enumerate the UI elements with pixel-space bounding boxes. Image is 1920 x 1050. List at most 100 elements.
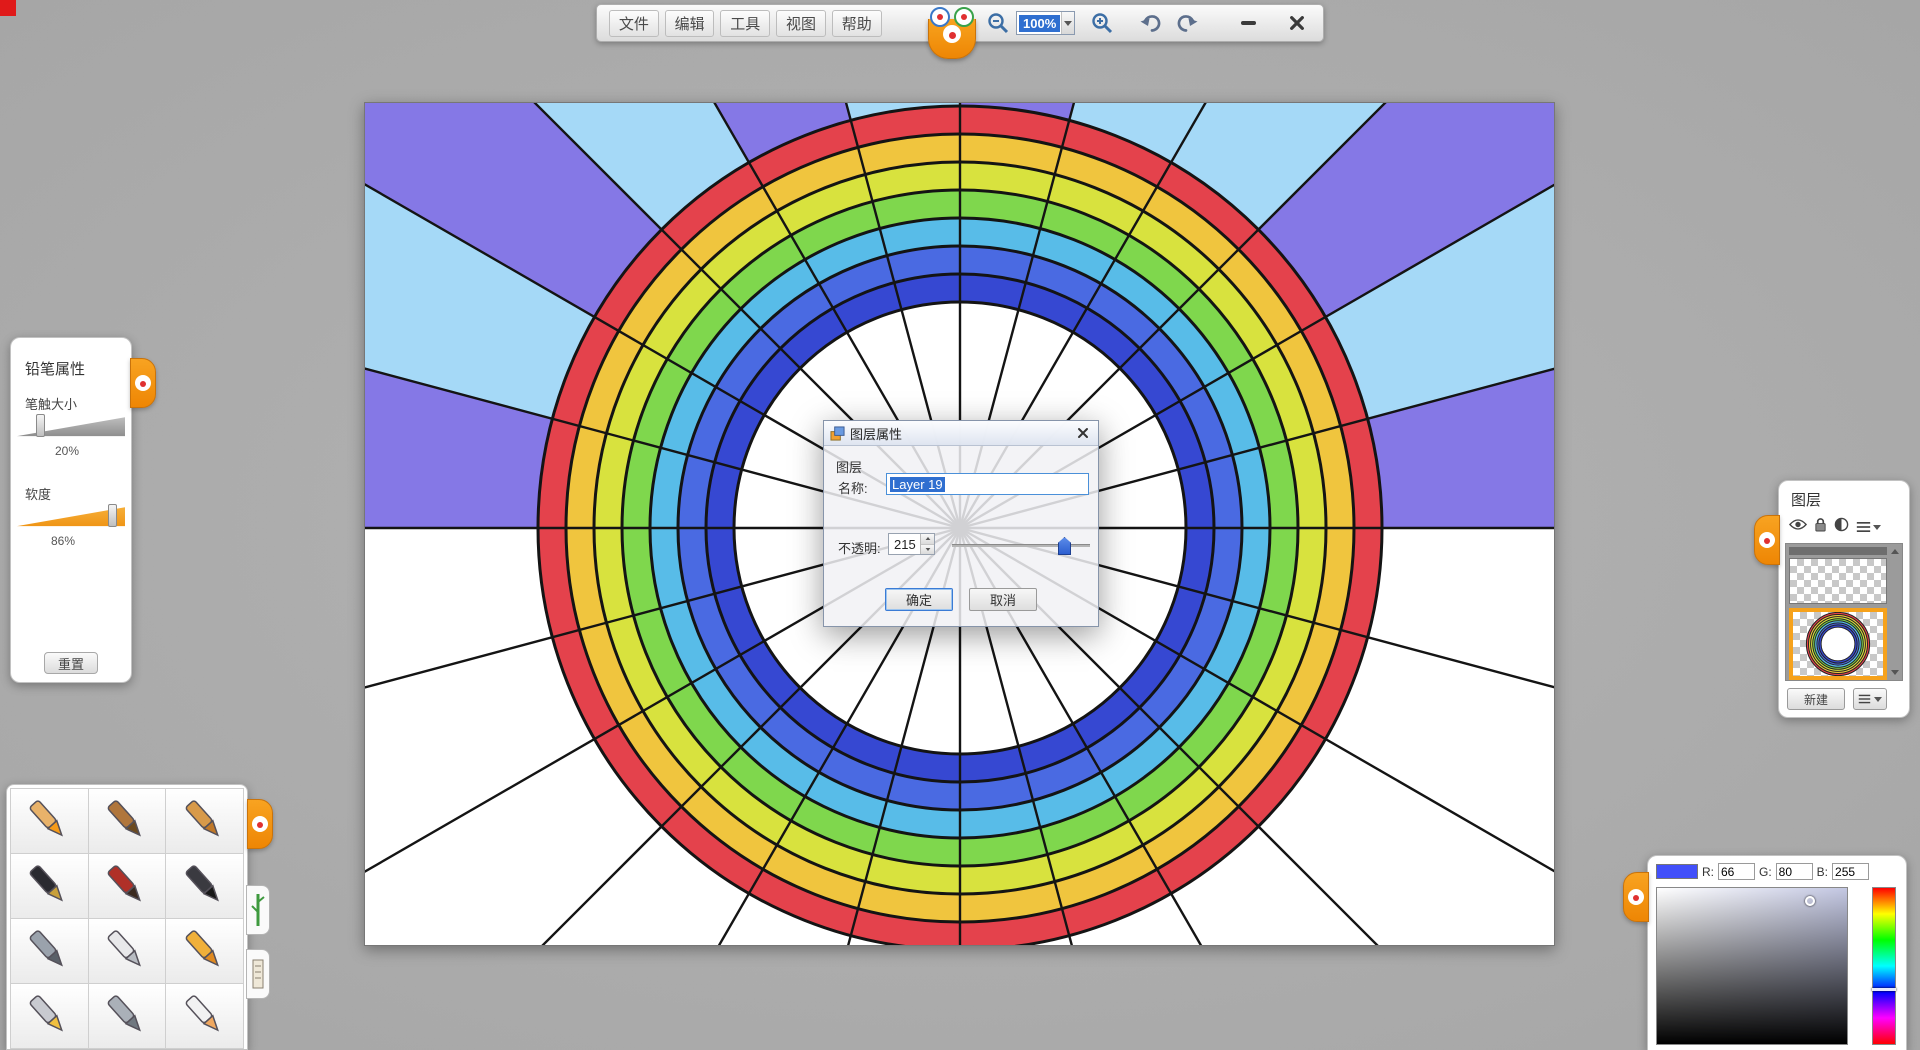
- menu-help[interactable]: 帮助: [832, 10, 882, 37]
- roller-icon: [177, 926, 233, 976]
- brush-size-value: 20%: [55, 444, 79, 458]
- opacity-slider[interactable]: [952, 544, 1090, 547]
- cancel-button[interactable]: 取消: [969, 588, 1037, 611]
- brush-size-label: 笔触大小: [25, 394, 77, 413]
- dialog-buttons: 确定 取消: [824, 588, 1098, 611]
- tool-grid: [10, 788, 244, 1049]
- brush-size-handle[interactable]: [36, 414, 45, 437]
- main-toolbar: 文件 编辑 工具 视图 帮助 100%: [596, 4, 1324, 42]
- tool-palette-handle[interactable]: [247, 799, 273, 849]
- menu-view[interactable]: 视图: [776, 10, 826, 37]
- brush-size-slider[interactable]: [17, 414, 125, 437]
- tool-pencil[interactable]: [11, 789, 88, 853]
- pencil-panel-title: 铅笔属性: [25, 358, 85, 379]
- close-button[interactable]: [1282, 10, 1311, 36]
- paper-tools-button[interactable]: [246, 949, 270, 999]
- scroll-down-icon: [1891, 670, 1899, 675]
- layers-menu-button[interactable]: [1853, 688, 1887, 710]
- zoom-in-button[interactable]: [1089, 10, 1114, 36]
- layer-scroll-down[interactable]: [1889, 667, 1900, 678]
- dialog-close-button[interactable]: [1074, 424, 1092, 442]
- saturation-value-box[interactable]: [1656, 887, 1848, 1045]
- hue-bar[interactable]: [1872, 887, 1896, 1045]
- menu-edit[interactable]: 编辑: [665, 10, 715, 37]
- layer-scroll-up[interactable]: [1889, 546, 1900, 557]
- zoom-level-combo[interactable]: 100%: [1016, 11, 1075, 35]
- dialog-titlebar[interactable]: 图层属性: [824, 421, 1098, 446]
- tool-eraser[interactable]: [166, 984, 243, 1048]
- hue-marker[interactable]: [1872, 988, 1896, 991]
- layer-thumbnail-empty[interactable]: [1789, 558, 1887, 604]
- spin-down-icon: [925, 548, 930, 551]
- softness-slider[interactable]: [17, 504, 125, 527]
- fountain-pen-icon: [21, 861, 77, 911]
- pencil-icon: [21, 796, 77, 846]
- chevron-down-icon: [1874, 697, 1882, 702]
- layers-panel: 图层: [1778, 480, 1910, 718]
- chevron-down-icon: [1064, 21, 1072, 26]
- redo-button[interactable]: [1175, 10, 1200, 36]
- undo-arrow-icon: [1139, 11, 1163, 35]
- layers-dialog-icon: [830, 426, 845, 441]
- tool-palette-knife[interactable]: [89, 919, 166, 983]
- layer-preview-rainbow: [1793, 612, 1883, 676]
- layer-thumbnail-partial[interactable]: [1789, 547, 1887, 555]
- layer-thumbnail-selected[interactable]: [1789, 608, 1887, 680]
- airbrush-icon: [21, 926, 77, 976]
- softness-handle[interactable]: [108, 504, 117, 527]
- magnifier-minus-icon: [986, 11, 1010, 35]
- pencil-panel-handle[interactable]: [130, 358, 156, 408]
- nature-tools-button[interactable]: [246, 885, 270, 935]
- green-input[interactable]: [1776, 863, 1813, 880]
- color-panel-handle[interactable]: [1623, 872, 1649, 922]
- ok-button[interactable]: 确定: [885, 588, 953, 611]
- softness-label: 软度: [25, 484, 51, 503]
- layer-visibility-button[interactable]: [1789, 518, 1807, 536]
- reset-button[interactable]: 重置: [44, 652, 98, 674]
- scroll-icon: [251, 956, 265, 992]
- menu-file[interactable]: 文件: [609, 10, 659, 37]
- blue-input[interactable]: [1832, 863, 1869, 880]
- layers-panel-handle[interactable]: [1754, 515, 1780, 565]
- current-color-swatch[interactable]: [1656, 864, 1698, 879]
- tool-crayon[interactable]: [166, 789, 243, 853]
- redo-arrow-icon: [1175, 11, 1199, 35]
- bamboo-icon: [251, 892, 265, 928]
- sv-marker[interactable]: [1805, 896, 1815, 906]
- tool-knife[interactable]: [89, 984, 166, 1048]
- undo-button[interactable]: [1138, 10, 1163, 36]
- layer-section-label: 图层: [836, 457, 862, 476]
- layer-name-value: Layer 19: [890, 477, 945, 492]
- minimize-button[interactable]: [1234, 10, 1263, 36]
- layer-name-input[interactable]: Layer 19: [886, 473, 1089, 495]
- spin-up-button[interactable]: [921, 534, 934, 545]
- opacity-slider-handle[interactable]: [1058, 537, 1071, 555]
- tool-marker[interactable]: [11, 984, 88, 1048]
- layer-blend-button[interactable]: [1834, 517, 1849, 537]
- clown-mini-icon-left: [930, 7, 950, 27]
- tool-fountain-pen[interactable]: [11, 854, 88, 918]
- eye-icon: [1789, 518, 1807, 531]
- red-input[interactable]: [1718, 863, 1755, 880]
- new-layer-button[interactable]: 新建: [1787, 688, 1845, 710]
- close-icon: [1289, 15, 1305, 31]
- tool-airbrush[interactable]: [11, 919, 88, 983]
- layer-lock-button[interactable]: [1814, 517, 1827, 537]
- scroll-up-icon: [1891, 549, 1899, 554]
- name-label: 名称:: [838, 478, 868, 497]
- zoom-out-button[interactable]: [985, 10, 1010, 36]
- spin-down-button[interactable]: [921, 545, 934, 555]
- tool-palette-panel: [6, 784, 248, 1050]
- tool-roller[interactable]: [166, 919, 243, 983]
- zoom-level-value[interactable]: 100%: [1019, 15, 1060, 32]
- red-label: R:: [1702, 865, 1714, 879]
- tool-ink-brush[interactable]: [166, 854, 243, 918]
- spinner-buttons: [920, 534, 934, 554]
- tool-wood-pen[interactable]: [89, 789, 166, 853]
- zoom-combo-dropdown[interactable]: [1061, 12, 1074, 34]
- tool-paint-brush[interactable]: [89, 854, 166, 918]
- menu-tools[interactable]: 工具: [720, 10, 770, 37]
- opacity-spinner[interactable]: 215: [888, 533, 935, 555]
- layer-options-button[interactable]: [1856, 521, 1881, 533]
- softness-value: 86%: [51, 534, 75, 548]
